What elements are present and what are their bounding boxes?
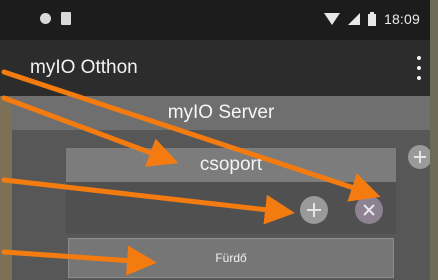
sd-card-icon bbox=[61, 12, 71, 25]
add-group-button[interactable] bbox=[408, 145, 432, 169]
overflow-menu-icon[interactable] bbox=[414, 56, 424, 80]
photo-frame-right bbox=[430, 0, 438, 280]
notification-dot-icon bbox=[40, 13, 51, 24]
app-toolbar: myIO Otthon bbox=[0, 40, 438, 96]
group-panel bbox=[66, 182, 396, 234]
cell-signal-icon bbox=[347, 13, 360, 25]
battery-icon bbox=[367, 12, 376, 26]
delete-group-button[interactable] bbox=[355, 196, 383, 224]
group-header[interactable]: csoport bbox=[66, 148, 396, 182]
plus-icon bbox=[414, 151, 426, 163]
server-header[interactable]: myIO Server bbox=[12, 96, 430, 130]
close-icon bbox=[363, 204, 375, 216]
plus-icon bbox=[307, 203, 321, 217]
wifi-icon bbox=[323, 13, 340, 25]
status-time: 18:09 bbox=[383, 11, 420, 27]
status-bar: 18:09 bbox=[0, 0, 438, 40]
app-title: myIO Otthon bbox=[30, 57, 138, 78]
room-button[interactable]: Fürdő bbox=[68, 238, 394, 278]
phone-screen: 18:09 myIO Otthon myIO Server csoport Fü… bbox=[0, 0, 438, 280]
add-room-button[interactable] bbox=[300, 196, 328, 224]
